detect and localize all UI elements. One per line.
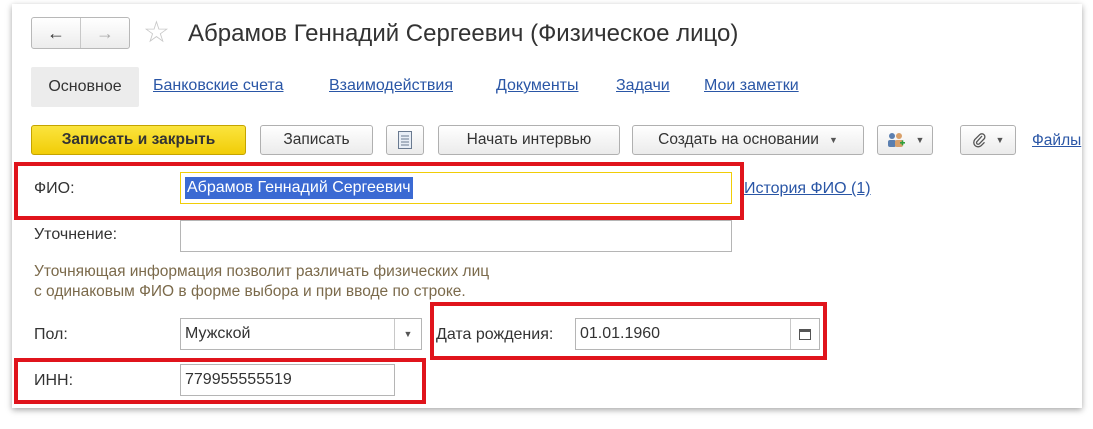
hint-line-2: с одинаковым ФИО в форме выбора и при вв… [34,283,466,300]
navigation-buttons: ← → [31,17,130,49]
tab-bank-accounts[interactable]: Банковские счета [153,77,283,95]
clarification-input[interactable] [180,220,732,252]
save-and-close-label: Записать и закрыть [61,131,216,148]
clarification-label: Уточнение: [34,226,118,243]
fio-history-link[interactable]: История ФИО (1) [744,180,871,198]
window-title: Абрамов Геннадий Сергеевич (Физическое л… [188,20,739,47]
tab-documents[interactable]: Документы [496,77,578,95]
highlight-birth-date [430,302,827,360]
hint-text: Уточняющая информация позволит различать… [34,262,489,302]
chevron-down-icon: ▼ [915,135,925,145]
files-link[interactable]: Файлы [1032,132,1081,150]
users-add-icon [887,133,905,147]
arrow-left-icon: ← [47,22,65,43]
back-button[interactable]: ← [32,18,80,48]
hint-line-1: Уточняющая информация позволит различать… [34,263,490,280]
report-button[interactable] [386,125,424,155]
attachments-button[interactable]: ▼ [960,125,1016,155]
tab-tasks[interactable]: Задачи [616,77,670,95]
create-based-on-button[interactable]: Создать на основании ▼ [632,125,864,155]
save-label: Записать [283,131,350,148]
highlight-fio [14,162,744,220]
dropdown-arrow-icon[interactable]: ▼ [394,319,421,349]
forward-button[interactable]: → [80,18,129,48]
gender-select[interactable]: Мужской ▼ [180,318,422,350]
highlight-inn [14,358,426,404]
favorite-star-icon[interactable]: ☆ [143,18,170,48]
tab-interactions[interactable]: Взаимодействия [329,77,453,95]
gender-value: Мужской [185,325,251,342]
tab-main[interactable]: Основное [31,67,139,107]
start-interview-label: Начать интервью [466,131,592,148]
document-list-icon [398,131,412,149]
chevron-down-icon: ▼ [995,135,1005,145]
save-and-close-button[interactable]: Записать и закрыть [31,125,246,155]
save-button[interactable]: Записать [260,125,373,155]
tab-my-notes[interactable]: Мои заметки [704,77,799,95]
arrow-right-icon: → [96,22,114,43]
gender-label: Пол: [34,326,68,343]
start-interview-button[interactable]: Начать интервью [438,125,620,155]
users-menu-button[interactable]: ▼ [877,125,933,155]
create-based-on-label: Создать на основании [658,131,819,148]
paperclip-icon [972,133,986,148]
chevron-down-icon: ▼ [828,135,838,145]
